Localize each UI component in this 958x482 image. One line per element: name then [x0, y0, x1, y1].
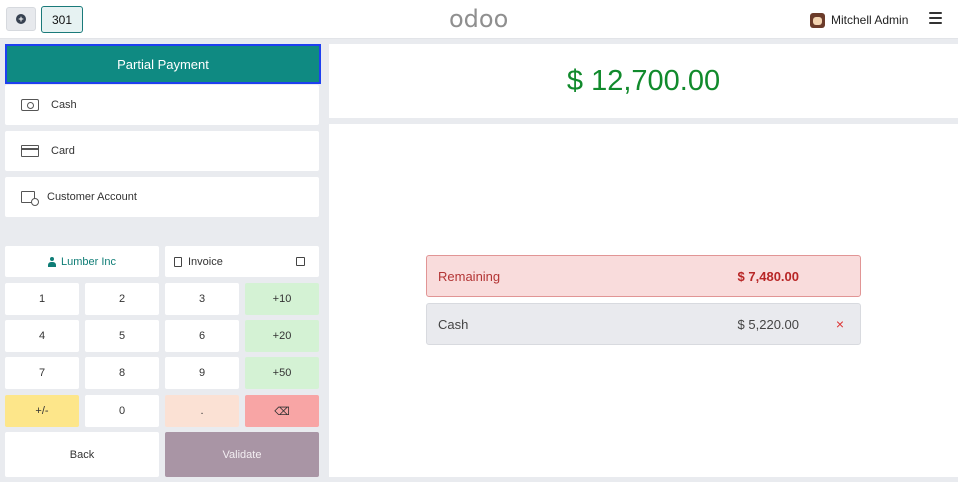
delete-payment-line-icon[interactable]: × [836, 316, 844, 332]
numpad-key-sign[interactable]: +/- [5, 395, 79, 427]
order-tab[interactable]: 301 [41, 6, 83, 33]
numpad-key-plus10[interactable]: +10 [245, 283, 319, 315]
numpad-key-0[interactable]: 0 [85, 395, 159, 427]
numpad-key-2[interactable]: 2 [85, 283, 159, 315]
odoo-logo: odoo [449, 5, 509, 33]
remaining-label: Remaining [438, 268, 501, 284]
numpad-key-decimal[interactable]: . [165, 395, 239, 427]
top-bar: + 301 odoo Mitchell Admin [0, 0, 958, 39]
payment-line-amount: $ 5,220.00 [737, 316, 799, 332]
new-order-button[interactable]: + [6, 7, 36, 31]
avatar [810, 12, 825, 28]
payment-lines-panel [329, 124, 958, 477]
person-icon [47, 256, 56, 267]
remaining-line: Remaining $ 7,480.00 [426, 255, 861, 297]
validate-button[interactable]: Validate [165, 432, 319, 477]
payment-method-cash[interactable]: Cash [5, 85, 319, 125]
cash-icon [21, 99, 39, 111]
numpad-key-4[interactable]: 4 [5, 320, 79, 352]
numpad-key-8[interactable]: 8 [85, 357, 159, 389]
numpad-key-backspace[interactable]: ⌫ [245, 395, 319, 427]
numpad-key-6[interactable]: 6 [165, 320, 239, 352]
total-due: $ 12,700.00 [329, 44, 958, 118]
payment-method-label: Card [51, 145, 75, 157]
payment-method-partial-payment[interactable]: Partial Payment [5, 44, 321, 84]
invoice-checkbox[interactable] [296, 257, 305, 266]
numpad-key-7[interactable]: 7 [5, 357, 79, 389]
hamburger-menu-icon[interactable] [929, 12, 942, 24]
back-button[interactable]: Back [5, 432, 159, 477]
customer-name: Lumber Inc [60, 255, 117, 268]
customer-account-icon [21, 191, 39, 206]
card-icon [21, 145, 39, 157]
payment-line[interactable]: Cash $ 5,220.00 × [426, 303, 861, 345]
plus-circle-icon: + [16, 14, 26, 24]
numpad-key-5[interactable]: 5 [85, 320, 159, 352]
numpad-key-9[interactable]: 9 [165, 357, 239, 389]
invoice-label: Invoice [188, 255, 223, 268]
customer-button[interactable]: Lumber Inc [5, 246, 159, 277]
remaining-amount: $ 7,480.00 [737, 268, 799, 284]
payment-method-label: Customer Account [47, 191, 137, 203]
payment-method-card[interactable]: Card [5, 131, 319, 171]
payment-method-label: Cash [51, 99, 77, 111]
document-icon [174, 256, 182, 267]
numpad-key-1[interactable]: 1 [5, 283, 79, 315]
invoice-toggle[interactable]: Invoice [165, 246, 319, 277]
payment-line-method: Cash [438, 316, 469, 332]
numpad-key-plus20[interactable]: +20 [245, 320, 319, 352]
numpad-key-3[interactable]: 3 [165, 283, 239, 315]
user-menu[interactable]: Mitchell Admin [810, 11, 908, 29]
numpad-key-plus50[interactable]: +50 [245, 357, 319, 389]
user-name: Mitchell Admin [831, 13, 909, 27]
payment-method-customer-account[interactable]: Customer Account [5, 177, 319, 217]
